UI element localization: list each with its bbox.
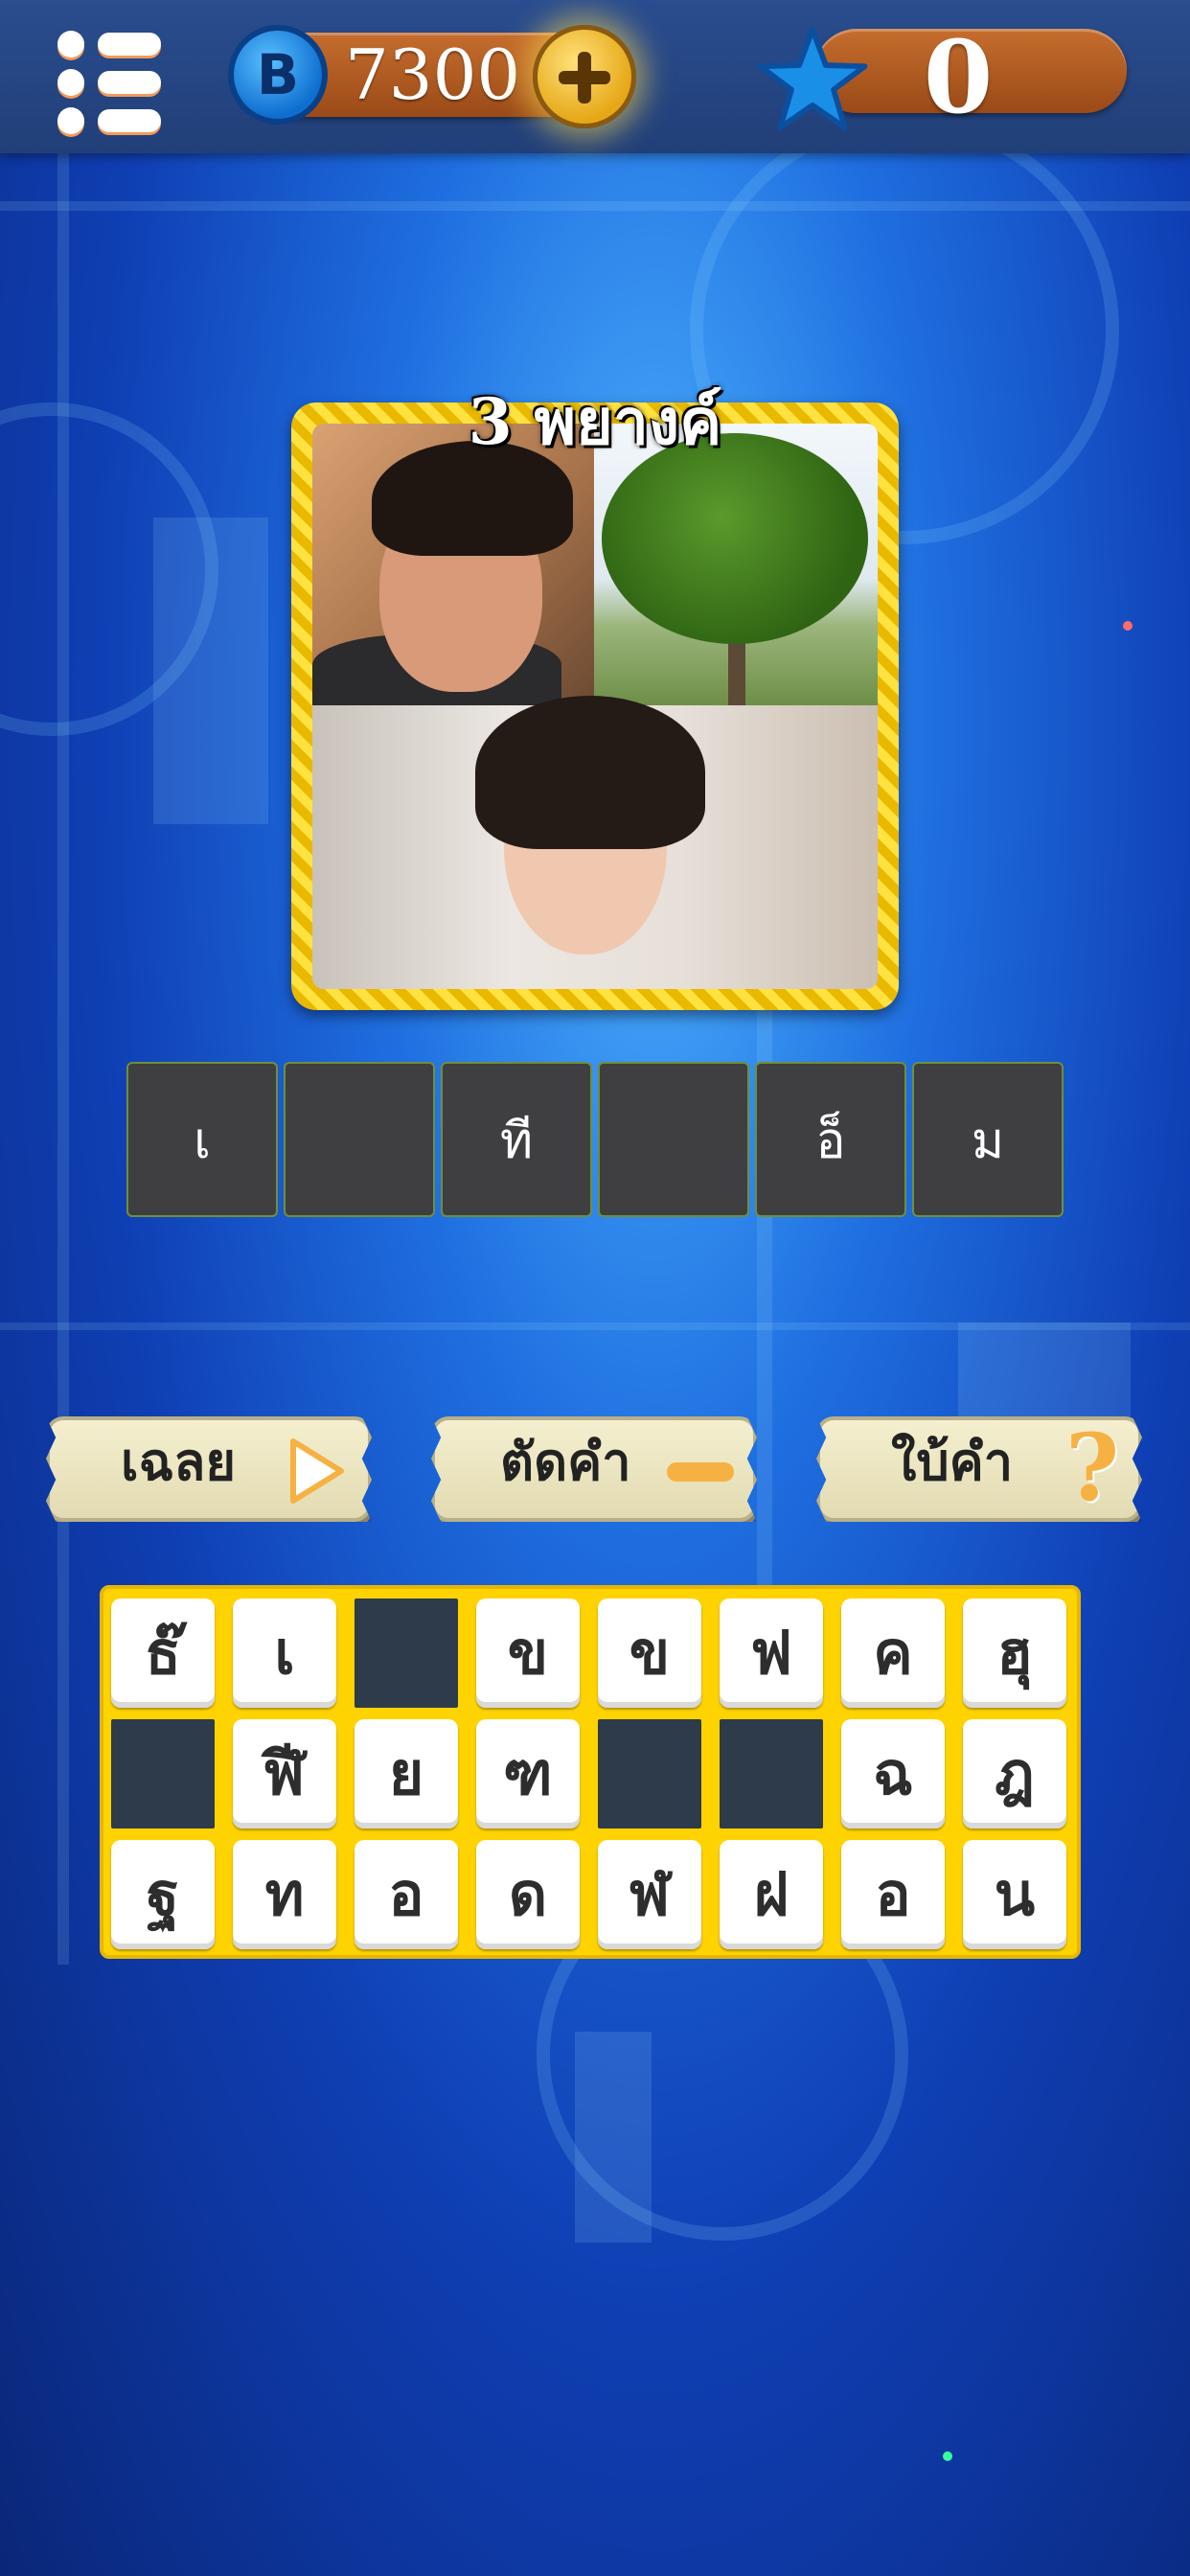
letter-tile[interactable]: ธ๊ xyxy=(111,1598,215,1708)
answer-slots: เ ที อ็ ม xyxy=(126,1062,1065,1219)
answer-slot[interactable]: ม xyxy=(912,1062,1064,1217)
background-line xyxy=(0,201,1190,211)
letter-tile[interactable]: น xyxy=(963,1840,1066,1949)
letter-tile[interactable]: ฐ xyxy=(111,1840,215,1949)
letter-tile[interactable]: ค xyxy=(841,1598,945,1708)
answer-slot[interactable]: อ็ xyxy=(755,1062,906,1217)
add-coins-button[interactable] xyxy=(533,25,636,128)
letter-tile[interactable]: ฬ xyxy=(598,1840,701,1949)
letter-tile[interactable]: ฑ xyxy=(476,1719,580,1828)
letter-tile[interactable]: ข xyxy=(476,1598,580,1708)
picture-frame xyxy=(291,402,899,1010)
letter-tile[interactable]: อ xyxy=(355,1840,458,1949)
answer-slot[interactable] xyxy=(284,1062,435,1217)
answer-slot[interactable] xyxy=(598,1062,749,1217)
hint-label: ใบ้คำ xyxy=(891,1431,1014,1492)
letter-board: ธ๊ เ ข ข ฟ ค ฮุ ฬี ย ฑ ฉ ฎ ฐ ท อ ด ฬ ฝ อ… xyxy=(100,1585,1081,1959)
used-tile-slot xyxy=(598,1719,701,1828)
coin-count: 7300 xyxy=(345,34,521,115)
menu-icon xyxy=(54,31,165,58)
reveal-answer-label: เฉลย xyxy=(121,1431,236,1492)
syllable-hint: 3 พยางค์ xyxy=(468,384,722,459)
letter-tile[interactable]: ฬี xyxy=(233,1719,336,1828)
remove-letters-button[interactable]: ตัดคำ xyxy=(431,1416,757,1522)
letter-tile[interactable]: ข xyxy=(598,1598,701,1708)
used-tile-slot xyxy=(720,1719,823,1828)
letter-tile[interactable]: ท xyxy=(233,1840,336,1949)
background-line xyxy=(57,144,69,1965)
answer-slot[interactable]: เ xyxy=(126,1062,278,1217)
menu-icon-row xyxy=(54,107,165,134)
clue-pictures xyxy=(312,424,878,989)
background-block xyxy=(153,518,268,824)
letter-tile[interactable]: ด xyxy=(476,1840,580,1949)
star-icon xyxy=(757,27,868,130)
coin-icon: B xyxy=(228,25,328,125)
used-tile-slot xyxy=(355,1598,458,1708)
background-block xyxy=(958,1322,1131,1428)
letter-tile[interactable]: ฝ xyxy=(720,1840,823,1949)
letter-tile[interactable]: ฟ xyxy=(720,1598,823,1708)
used-tile-slot xyxy=(111,1719,215,1828)
minus-icon xyxy=(667,1462,734,1482)
background-block xyxy=(575,2032,652,2242)
clue-photo-woman xyxy=(312,696,878,989)
letter-tile[interactable]: ฉ xyxy=(841,1719,945,1828)
menu-icon-row xyxy=(54,69,165,96)
question-icon: ? xyxy=(1065,1414,1120,1522)
menu-button[interactable] xyxy=(54,27,165,138)
letter-tile[interactable]: เ xyxy=(233,1598,336,1708)
reveal-answer-button[interactable]: เฉลย xyxy=(46,1416,372,1522)
star-count: 0 xyxy=(923,18,994,136)
background-sparkle xyxy=(1123,621,1133,631)
letter-tile[interactable]: อ xyxy=(841,1840,945,1949)
letter-tile[interactable]: ฮุ xyxy=(963,1598,1066,1708)
answer-slot[interactable]: ที xyxy=(441,1062,592,1217)
hint-button[interactable]: ใบ้คำ ? xyxy=(816,1416,1142,1522)
background-sparkle xyxy=(943,2451,952,2461)
letter-tile[interactable]: ย xyxy=(355,1719,458,1828)
top-bar: B 7300 0 xyxy=(0,0,1190,153)
remove-letters-label: ตัดคำ xyxy=(500,1431,631,1492)
play-icon xyxy=(290,1438,344,1504)
letter-tile[interactable]: ฎ xyxy=(963,1719,1066,1828)
